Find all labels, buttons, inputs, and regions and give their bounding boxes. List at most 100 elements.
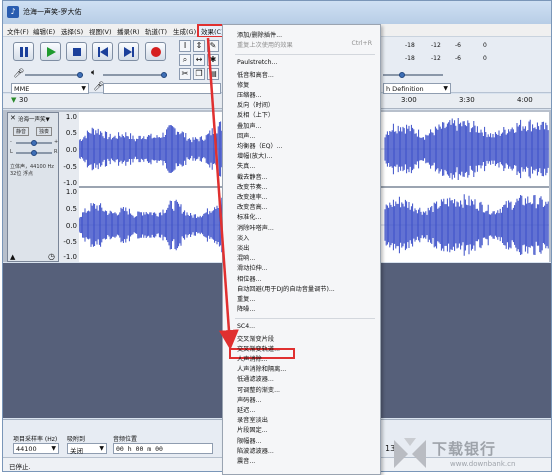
effect-menu-item[interactable]: 改变速率... [237,192,268,201]
audacity-logo-icon: ♪ [7,6,19,18]
collapse-track-icon[interactable]: ▲ [10,253,15,261]
pause-button[interactable] [13,42,34,61]
effect-menu-item[interactable]: 低通滤波器... [237,374,274,383]
effect-menu-item[interactable]: 截去静音... [237,172,268,181]
effect-menu-item[interactable]: 人声消除和隔离... [237,364,286,373]
timeshift-tool-icon[interactable]: ↔ [193,54,205,66]
play-button[interactable] [40,42,61,61]
effect-menu-item[interactable]: 震音... [237,456,255,465]
play-head-icon: ▼ [11,96,17,104]
effect-menu-item[interactable]: 滑动拉伸... [237,263,268,272]
playback-volume-knob[interactable] [161,72,167,78]
speed-slider[interactable] [383,74,443,76]
effect-menu-item[interactable]: 限幅器... [237,436,261,445]
multi-tool-icon[interactable]: ✱ [207,54,219,66]
menu-edit[interactable]: 编辑(E) [33,26,55,36]
zoom-tool-icon[interactable]: ⌕ [179,54,191,66]
watermark-logo-icon [394,438,426,468]
speed-knob[interactable] [399,72,405,78]
effect-menu-item[interactable]: 改变音高... [237,202,268,211]
gain-knob[interactable] [31,140,37,146]
scale-label: 1.0 [65,188,77,196]
effect-menu-item[interactable]: 反向（时间） [237,100,274,109]
playback-volume-slider[interactable] [103,74,167,76]
effect-menu-item[interactable]: 陷波滤波器... [237,446,274,455]
recording-volume-slider[interactable] [25,74,83,76]
draw-tool-icon[interactable]: ✎ [207,40,219,52]
effect-menu-item[interactable]: 低音和高音... [237,70,274,79]
solo-button[interactable]: 独奏 [36,127,53,136]
effect-menu-item[interactable]: 降噪... [237,304,255,313]
menu-tracks[interactable]: 轨道(T) [145,26,167,36]
gain-plus-label: + [54,139,59,145]
track-name[interactable]: 沧海一声笑▼ [18,115,50,123]
menu-select[interactable]: 选择(S) [61,26,83,36]
close-track-icon[interactable]: ✕ [10,114,16,122]
vertical-scale: 1.0 0.5 0.0 -0.5 -1.0 1.0 0.5 0.0 -0.5 -… [59,112,79,262]
menu-record[interactable]: 播录(R) [117,26,140,36]
audio-position-field[interactable]: 00 h 00 m 00 [113,443,213,454]
selection-tool-icon[interactable]: I [179,40,191,52]
effect-menu-item[interactable]: 压缩器... [237,90,261,99]
effect-menu-item[interactable]: 交叉渐变片段 [237,334,274,343]
effect-menu-item[interactable]: 片段固定... [237,425,268,434]
play-icon [47,47,56,57]
stop-button[interactable] [66,42,87,61]
recording-volume-knob[interactable] [77,72,83,78]
track-control-panel[interactable]: ✕ 沧海一声笑▼ 静音 独奏 - + L R 立体声，44100 Hz 32位 … [7,112,59,262]
menu-separator [235,54,375,56]
effect-menu-item[interactable]: 修复 [237,80,249,89]
effect-menu-item[interactable]: 增幅(放大)... [237,151,272,160]
chevron-down-icon: ▼ [443,85,448,92]
ruler-tick-label: 3:00 [401,96,417,104]
effect-menu-item[interactable]: 录音室淡出 [237,415,268,424]
skip-start-icon [98,47,108,57]
effect-menu-item[interactable]: 淡出 [237,243,249,252]
skip-end-button[interactable] [118,42,139,61]
menu-view[interactable]: 视图(V) [89,26,112,36]
effect-menu-item[interactable]: 混响... [237,253,255,262]
mute-button[interactable]: 静音 [13,127,30,136]
effect-menu-item[interactable]: 回声... [237,131,255,140]
audio-host-value: MME [14,85,30,93]
cut-icon[interactable]: ✂ [179,68,191,80]
effect-menu-item[interactable]: 交叉渐变轨道... [237,344,280,353]
effect-menu-item[interactable]: 声码器... [237,395,261,404]
output-device-select[interactable]: h Definition ▼ [383,83,451,94]
sync-lock-icon: ◷ [48,252,55,261]
effect-menu-item[interactable]: 均衡器（EQ）... [237,141,283,150]
record-button[interactable] [145,42,166,61]
effect-menu-item[interactable]: 淡入 [237,233,249,242]
recording-device-select[interactable] [103,83,221,94]
envelope-tool-icon[interactable]: ⇕ [193,40,205,52]
menu-generate[interactable]: 生成(G) [173,26,196,36]
speaker-icon: 🔈︎ [91,68,97,78]
effect-menu-item[interactable]: 标准化... [237,212,261,221]
audio-host-select[interactable]: MME ▼ [11,83,89,94]
copy-icon[interactable]: ❐ [193,68,205,80]
effect-menu-item[interactable]: 失真... [237,161,255,170]
effect-menu-item[interactable]: 重复上次使用的效果 [237,40,293,49]
effect-menu-item[interactable]: SC4... [237,323,255,330]
meter-tick: -12 [431,55,441,62]
effect-menu-item[interactable]: 可调整的渐变... [237,385,280,394]
effect-menu-item[interactable]: 人声消除... [237,354,268,363]
effect-menu-item[interactable]: Paulstretch... [237,59,277,66]
pan-knob[interactable] [31,150,37,156]
effect-menu-item[interactable]: 相位器... [237,274,261,283]
level-meter[interactable]: -18 -12 -6 0 -18 -12 -6 0 [383,41,551,67]
effect-menu-item[interactable]: 消除咔嗒声... [237,223,274,232]
effect-menu-item[interactable]: 延迟... [237,405,255,414]
effect-menu-item[interactable]: 叠加声... [237,121,261,130]
project-rate-select[interactable]: 44100 ▼ [13,443,59,454]
effect-menu-item[interactable]: 添加/删除插件... [237,30,282,39]
effect-menu-item[interactable]: 自动回避(用于DJ的自动音量调节)... [237,284,335,293]
skip-start-button[interactable] [92,42,113,61]
record-icon [151,47,161,57]
snap-to-select[interactable]: 关闭 ▼ [67,443,107,455]
effect-menu-item[interactable]: 重复... [237,294,255,303]
effect-menu-item[interactable]: 反相（上下） [237,110,274,119]
menu-file[interactable]: 文件(F) [7,26,29,36]
effect-menu-item[interactable]: 改变节奏... [237,182,268,191]
paste-icon[interactable]: ▤ [207,68,219,80]
